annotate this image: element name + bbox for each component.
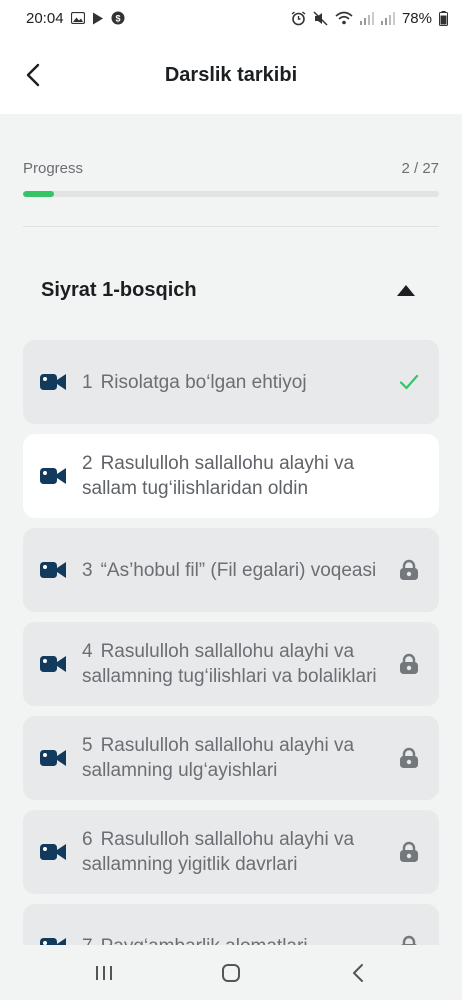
progress-fill xyxy=(23,191,54,197)
caret-up-icon xyxy=(397,284,415,296)
lesson-number: 7 xyxy=(82,936,93,946)
lesson-title: 1 Risolatga bo‘lgan ehtiyoj xyxy=(82,370,383,395)
lesson-title: 4 Rasululloh sallallohu alayhi va sallamn… xyxy=(82,639,383,689)
lesson-item[interactable]: 4 Rasululloh sallallohu alayhi va sallamn… xyxy=(23,622,439,706)
progress-row: Progress 2 / 27 xyxy=(23,160,439,177)
recent-apps-button[interactable] xyxy=(74,953,134,993)
video-camera-icon xyxy=(40,466,66,486)
home-button[interactable] xyxy=(201,953,261,993)
lesson-item[interactable]: 7 Payg‘ambarlik alomatlari xyxy=(23,904,439,945)
lesson-title-text: Rasululloh sallallohu alayhi va sallamni… xyxy=(82,735,355,781)
lesson-title-text: “As’hobul fil” (Fil egalari) voqeasi xyxy=(100,559,377,581)
status-left: 20:04 $ xyxy=(26,10,125,27)
lesson-title: 7 Payg‘ambarlik alomatlari xyxy=(82,934,383,946)
lesson-item[interactable]: 6 Rasululloh sallallohu alayhi va sallamn… xyxy=(23,810,439,894)
video-camera-icon xyxy=(40,936,66,945)
app-s-icon: $ xyxy=(111,11,125,25)
signal-icon-1 xyxy=(359,11,374,25)
play-store-icon xyxy=(92,12,104,25)
lesson-title-text: Rasululloh sallallohu alayhi va sallamni… xyxy=(82,641,377,687)
video-camera-icon xyxy=(40,654,66,674)
video-camera-icon xyxy=(40,560,66,580)
video-camera-icon xyxy=(40,372,66,392)
lock-icon xyxy=(397,747,421,769)
battery-percent: 78% xyxy=(401,9,432,27)
lesson-title: 3 “As’hobul fil” (Fil egalari) voqeasi xyxy=(82,558,383,583)
system-back-button[interactable] xyxy=(328,953,388,993)
status-right: 78% xyxy=(291,10,448,27)
lesson-number: 6 xyxy=(82,829,93,850)
lock-icon xyxy=(397,559,421,581)
svg-text:$: $ xyxy=(115,14,120,24)
recent-apps-icon xyxy=(95,965,112,980)
lesson-item[interactable]: 5 Rasululloh sallallohu alayhi va sallamn… xyxy=(23,716,439,800)
battery-icon xyxy=(439,10,448,26)
alarm-icon xyxy=(291,10,306,26)
progress-label: Progress xyxy=(23,160,84,177)
chevron-left-icon xyxy=(26,63,40,87)
back-arrow-icon xyxy=(353,963,364,982)
home-icon xyxy=(221,963,240,982)
lock-icon xyxy=(397,935,421,945)
wifi-icon xyxy=(335,11,353,25)
checkmark-icon xyxy=(397,374,421,390)
lesson-title: 2 Rasululloh sallallohu alayhi va sallam … xyxy=(82,451,383,501)
app-header: Darslik tarkibi xyxy=(0,36,462,114)
lesson-title-text: Payg‘ambarlik alomatlari xyxy=(101,936,308,946)
status-bar: 20:04 $ 78% xyxy=(0,0,462,36)
lesson-number: 2 xyxy=(82,453,93,474)
status-time: 20:04 xyxy=(26,9,64,27)
lesson-number: 3 xyxy=(82,559,93,581)
signal-icon-2 xyxy=(380,11,395,25)
lesson-title-text: Rasululloh sallallohu alayhi va sallamni… xyxy=(82,829,355,875)
page-title: Darslik tarkibi xyxy=(164,63,298,86)
section-title: Siyrat 1-bosqich xyxy=(41,278,197,301)
lesson-item[interactable]: 3 “As’hobul fil” (Fil egalari) voqeasi xyxy=(23,528,439,612)
back-button[interactable] xyxy=(18,60,48,90)
video-camera-icon xyxy=(40,748,66,768)
divider xyxy=(23,226,439,227)
lock-icon xyxy=(397,841,421,863)
progress-count: 2 / 27 xyxy=(401,160,439,177)
lesson-number: 1 xyxy=(82,371,93,393)
video-camera-icon xyxy=(40,842,66,862)
progress-bar xyxy=(23,191,439,197)
lesson-item[interactable]: 2 Rasululloh sallallohu alayhi va sallam … xyxy=(23,434,439,518)
lesson-title: 5 Rasululloh sallallohu alayhi va sallamn… xyxy=(82,733,383,783)
progress-section: Progress 2 / 27 xyxy=(23,160,439,197)
lesson-title-text: Risolatga bo‘lgan ehtiyoj xyxy=(100,371,307,393)
mute-icon xyxy=(313,10,328,26)
lesson-title-text: Rasululloh sallallohu alayhi va sallam t… xyxy=(82,453,355,499)
section-header[interactable]: Siyrat 1-bosqich xyxy=(23,268,439,312)
lesson-item[interactable]: 1 Risolatga bo‘lgan ehtiyoj xyxy=(23,340,439,424)
lesson-number: 4 xyxy=(82,641,93,662)
lock-icon xyxy=(397,653,421,675)
gallery-icon xyxy=(70,12,85,24)
system-nav-bar xyxy=(0,945,462,1000)
lesson-list[interactable]: 1 Risolatga bo‘lgan ehtiyoj 2 Rasululloh sa… xyxy=(23,340,439,945)
lesson-title: 6 Rasululloh sallallohu alayhi va sallamn… xyxy=(82,827,383,877)
lesson-number: 5 xyxy=(82,735,93,756)
